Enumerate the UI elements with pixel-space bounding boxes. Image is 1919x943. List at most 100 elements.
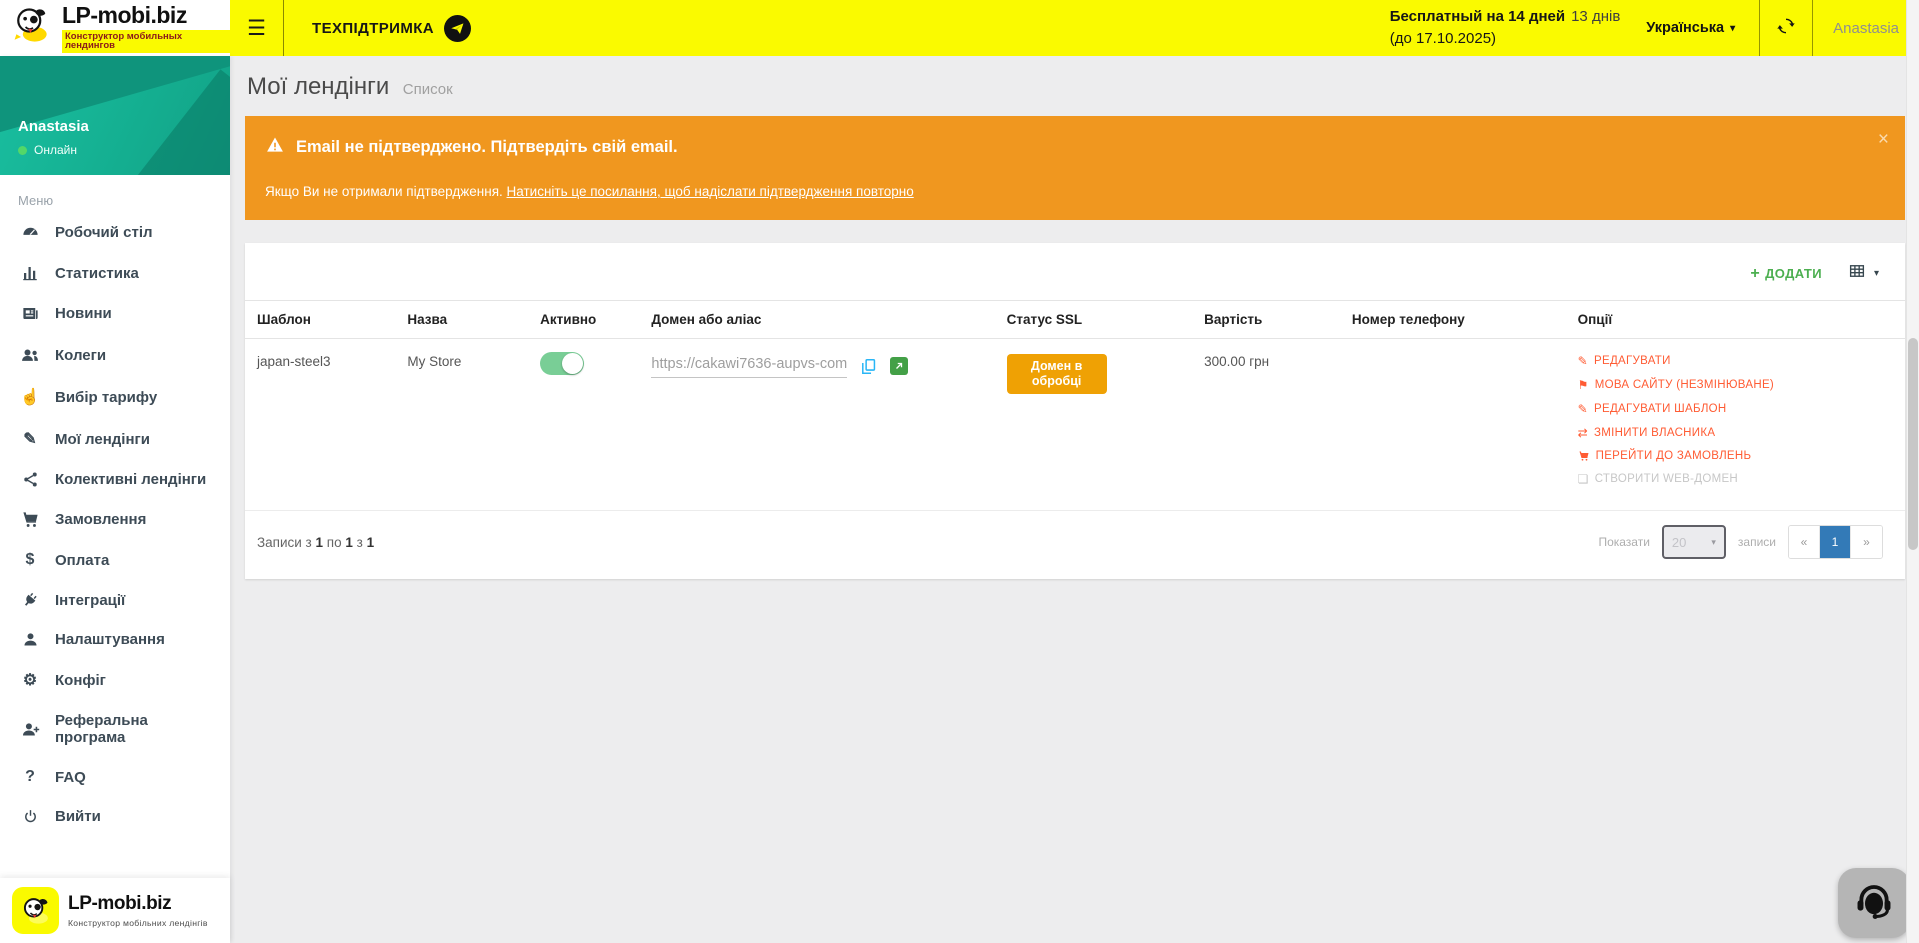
- pagination: « 1 »: [1788, 525, 1883, 559]
- logo-tagline: Конструктор мобильных лендингов: [62, 30, 230, 53]
- sidebar-item-tariff[interactable]: ☝ Вибір тарифу: [0, 376, 230, 418]
- domain-input[interactable]: [651, 354, 847, 378]
- sidebar-item-orders[interactable]: Замовлення: [0, 499, 230, 540]
- cell-name: My Store: [399, 339, 532, 505]
- col-price: Вартість: [1196, 301, 1344, 339]
- active-toggle[interactable]: [540, 352, 584, 375]
- sidebar-item-label: Конфіг: [55, 672, 106, 689]
- footer-logo-tagline: Конструктор мобільних лендінгів: [68, 918, 208, 928]
- cell-template: japan-steel3: [245, 339, 399, 505]
- sidebar-item-label: Реферальна програма: [55, 712, 212, 746]
- sidebar-item-my-landings[interactable]: ✎ Мої лендінги: [0, 418, 230, 460]
- sidebar-item-statistics[interactable]: Статистика: [0, 253, 230, 293]
- open-site-button[interactable]: [890, 357, 908, 375]
- hand-pointer-icon: ☝: [18, 387, 42, 407]
- scrollbar-track[interactable]: [1906, 0, 1919, 943]
- pagination-next-button[interactable]: »: [1851, 526, 1882, 558]
- add-landing-button[interactable]: + ДОДАТИ: [1750, 265, 1822, 283]
- sidebar-item-label: Мої лендінги: [55, 431, 150, 448]
- chevron-down-icon: ▾: [1874, 268, 1879, 279]
- status-label: Онлайн: [34, 143, 77, 157]
- option-go-to-orders[interactable]: ПЕРЕЙТИ ДО ЗАМОВЛЕНЬ: [1578, 450, 1897, 462]
- option-change-owner[interactable]: ⇄ ЗМІНИТИ ВЛАСНИКА: [1578, 426, 1897, 440]
- landings-table: Шаблон Назва Активно Домен або аліас Ста…: [245, 300, 1905, 504]
- option-edit[interactable]: ✎ РЕДАГУВАТИ: [1578, 354, 1897, 368]
- sidebar-user-status: Онлайн: [18, 143, 89, 157]
- top-nav: ☰ ТЕХПІДТРИМКА Бесплатный на 14 дней13 д…: [230, 0, 1919, 56]
- row-options: ✎ РЕДАГУВАТИ ⚑ МОВА САЙТУ (НЕЗМІНЮВАНЕ) …: [1578, 354, 1897, 486]
- pagination-prev-button[interactable]: «: [1789, 526, 1820, 558]
- sidebar-item-referral[interactable]: Реферальна програма: [0, 701, 230, 757]
- top-username[interactable]: Anastasia: [1813, 20, 1919, 37]
- sidebar-item-label: Налаштування: [55, 631, 165, 648]
- trial-until: (до 17.10.2025): [1390, 30, 1496, 47]
- language-label: Українська: [1646, 20, 1724, 36]
- pagination-page-1[interactable]: 1: [1820, 526, 1851, 558]
- alert-title: Email не підтверджено. Підтвердіть свій …: [296, 138, 678, 157]
- external-link-icon: [893, 360, 905, 372]
- sidebar-menu: Робочий стіл Статистика Новини Колеги: [0, 212, 230, 836]
- users-icon: [18, 345, 42, 365]
- language-flag-icon: ⚑: [1578, 378, 1589, 392]
- sidebar-item-config[interactable]: ⚙ Конфіг: [0, 659, 230, 701]
- sidebar-item-logout[interactable]: Вийти: [0, 797, 230, 836]
- columns-dropdown[interactable]: ▾: [1848, 262, 1879, 285]
- sidebar-item-label: Вибір тарифу: [55, 389, 157, 406]
- email-alert-banner: Email не підтверджено. Підтвердіть свій …: [245, 116, 1905, 220]
- add-button-label: ДОДАТИ: [1765, 266, 1822, 281]
- sidebar-item-label: FAQ: [55, 769, 86, 786]
- telegram-icon: [444, 15, 471, 42]
- copy-icon[interactable]: [859, 357, 878, 376]
- plug-icon: [18, 591, 42, 609]
- option-edit-template[interactable]: ✎ РЕДАГУВАТИ ШАБЛОН: [1578, 402, 1897, 416]
- records-from: 1: [316, 535, 324, 550]
- close-icon[interactable]: ×: [1878, 130, 1889, 149]
- sidebar-item-news[interactable]: Новини: [0, 293, 230, 334]
- sidebar-item-settings[interactable]: Налаштування: [0, 620, 230, 659]
- headset-icon: [1851, 878, 1897, 929]
- sidebar-item-label: Новини: [55, 305, 112, 322]
- alert-text: Якщо Ви не отримали підтвердження.: [265, 184, 507, 199]
- option-label: ЗМІНИТИ ВЛАСНИКА: [1594, 427, 1715, 439]
- trial-plan: Бесплатный на 14 дней: [1390, 8, 1565, 25]
- grid-icon: [1848, 262, 1866, 285]
- cogs-icon: ⚙: [18, 670, 42, 690]
- scrollbar-thumb[interactable]: [1908, 338, 1918, 550]
- dollar-icon: $: [18, 551, 42, 569]
- option-label: СТВОРИТИ WEB-ДОМЕН: [1595, 473, 1738, 485]
- sidebar: Anastasia Онлайн Меню Робочий стіл Стати…: [0, 56, 230, 943]
- support-button[interactable]: ТЕХПІДТРИМКА: [312, 15, 471, 42]
- edit-icon: ✎: [1578, 354, 1588, 368]
- option-label: МОВА САЙТУ (НЕЗМІНЮВАНЕ): [1595, 379, 1774, 391]
- sidebar-item-dashboard[interactable]: Робочий стіл: [0, 212, 230, 253]
- dashboard-icon: [18, 223, 42, 242]
- logo-title: LP-mobi.biz: [62, 2, 187, 28]
- option-site-language[interactable]: ⚑ МОВА САЙТУ (НЕЗМІНЮВАНЕ): [1578, 378, 1897, 392]
- hamburger-icon[interactable]: ☰: [230, 0, 284, 56]
- col-phone: Номер телефону: [1344, 301, 1570, 339]
- records-to: 1: [345, 535, 353, 550]
- sidebar-item-faq[interactable]: ? FAQ: [0, 757, 230, 797]
- refresh-button[interactable]: [1759, 0, 1813, 56]
- sidebar-item-collective-landings[interactable]: Колективні лендінги: [0, 460, 230, 499]
- trial-info: Бесплатный на 14 дней13 днів (до 17.10.2…: [1390, 6, 1621, 50]
- page-size-select[interactable]: 20 ▾: [1662, 525, 1726, 559]
- sidebar-item-payment[interactable]: $ Оплата: [0, 540, 230, 580]
- page-size-value: 20: [1672, 535, 1686, 550]
- support-chat-button[interactable]: [1838, 868, 1910, 938]
- page-title: Мої лендінги: [247, 73, 389, 100]
- cell-price: 300.00 грн: [1196, 339, 1344, 505]
- sidebar-item-label: Колеги: [55, 347, 106, 364]
- user-icon: [18, 631, 42, 648]
- col-active: Активно: [532, 301, 643, 339]
- col-ssl-status: Статус SSL: [999, 301, 1197, 339]
- clone-icon: ❏: [1578, 472, 1589, 486]
- sidebar-item-label: Статистика: [55, 265, 139, 282]
- language-selector[interactable]: Українська ▾: [1646, 20, 1735, 36]
- sidebar-item-integrations[interactable]: Інтеграції: [0, 580, 230, 620]
- sidebar-item-colleagues[interactable]: Колеги: [0, 334, 230, 376]
- chevron-down-icon: ▾: [1711, 537, 1716, 548]
- footer-logo-title: LP-mobi.biz: [68, 893, 208, 915]
- cart-icon: [1578, 450, 1590, 462]
- resend-confirmation-link[interactable]: Натисніть це посилання, щоб надіслати пі…: [507, 184, 914, 199]
